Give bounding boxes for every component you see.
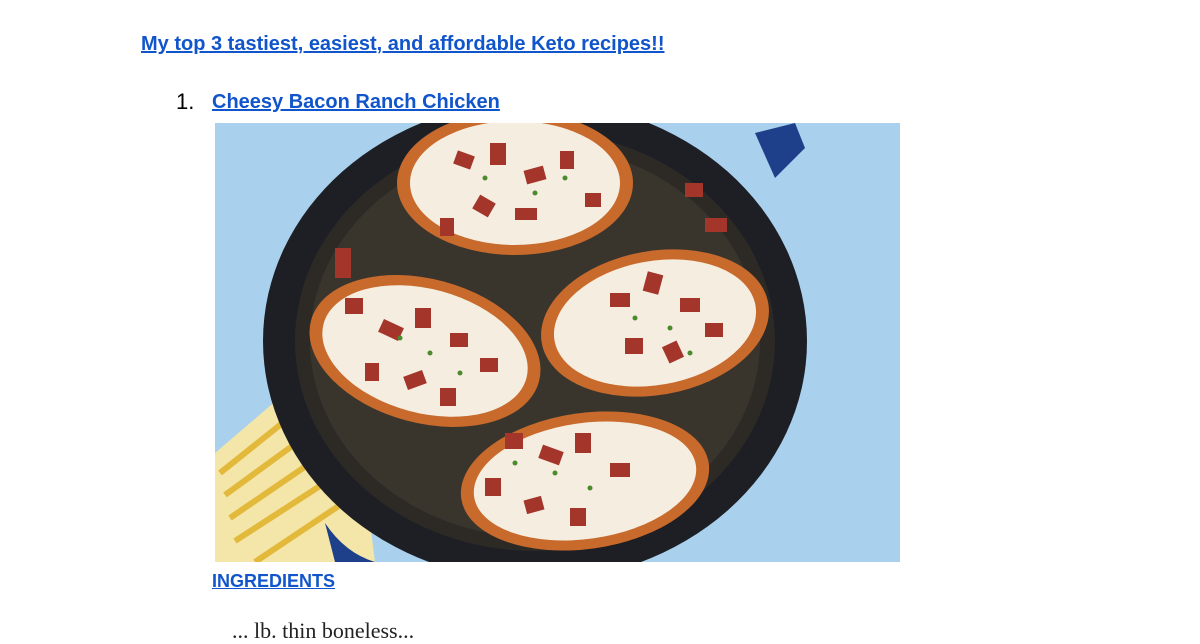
document-title-link[interactable]: My top 3 tastiest, easiest, and affordab… xyxy=(141,33,664,56)
recipe-title-link[interactable]: Cheesy Bacon Ranch Chicken xyxy=(212,91,500,114)
recipe-photo xyxy=(215,123,900,562)
ingredients-link[interactable]: INGREDIENTS xyxy=(212,571,335,592)
ingredient-line-partial: ... lb. thin boneless... xyxy=(232,618,415,643)
list-number: 1. xyxy=(176,89,195,114)
